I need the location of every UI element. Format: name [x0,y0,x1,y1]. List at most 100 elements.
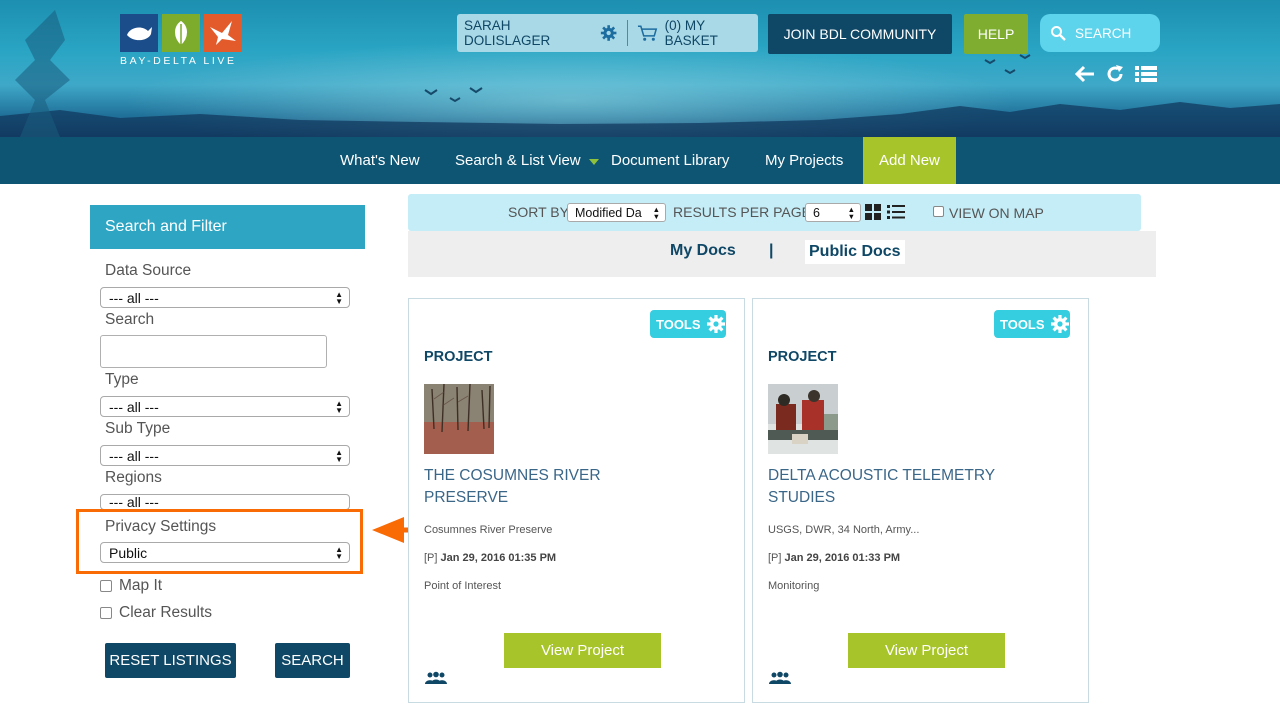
docs-tabs-bar: My Docs | Public Docs [408,231,1156,277]
card-date: Jan 29, 2016 01:33 PM [784,552,901,564]
card-date-line: [P] Jan 29, 2016 01:33 PM [768,552,900,564]
type-select[interactable]: --- all --- ▲ ▼ [100,396,350,417]
refresh-icon[interactable] [1105,64,1125,84]
telemetry-boat-thumbnail[interactable] [768,384,838,454]
card-category: PROJECT [424,349,493,365]
data-source-select[interactable]: --- all --- ▲ ▼ [100,287,350,308]
privacy-highlight-box [76,509,363,574]
header-tool-icons [1074,64,1158,84]
banner-birds-right [984,54,1031,75]
results-toolbar: SORT BY Modified Da ▲ ▼ RESULTS PER PAGE … [408,194,1141,231]
reset-listings-button[interactable]: RESET LISTINGS [105,643,236,678]
view-on-map-checkbox[interactable] [933,206,944,217]
project-card: TOOLS PROJECT DELTA ACOUSTIC TELEMETRY S… [752,298,1089,703]
cart-icon [637,25,657,41]
card-title-link[interactable]: THE COSUMNES RIVER PRESERVE [424,465,664,509]
user-menu[interactable]: SARAH DOLISLAGER [464,18,618,48]
search-button[interactable]: SEARCH [275,643,350,678]
sort-by-value: Modified Da [575,205,642,220]
userbox-divider [626,20,628,46]
nav-my-projects[interactable]: My Projects [765,137,843,184]
banner-tree-left [15,10,70,137]
leaf-logo-icon [162,14,200,52]
tools-button[interactable]: TOOLS [650,310,726,338]
main-nav: What's New Search & List View Document L… [0,137,1280,184]
map-it-checkbox[interactable]: Map It [100,577,162,595]
subtype-value: --- all --- [109,447,159,464]
card-date-line: [P] Jan 29, 2016 01:35 PM [424,552,556,564]
basket-label: (0) MY BASKET [664,18,718,48]
subtype-label: Sub Type [105,420,171,437]
tabs-separator: | [769,242,774,259]
nav-search-list-label: Search & List View [455,152,581,169]
basket-link[interactable]: (0) MY BASKET [637,18,759,48]
card-category: PROJECT [768,349,837,365]
clear-results-label: Clear Results [119,604,213,621]
clear-results-checkbox[interactable]: Clear Results [100,604,212,622]
banner-birds [424,87,483,103]
tools-label: TOOLS [1000,316,1045,332]
site-logo[interactable]: BAY-DELTA LIVE [120,14,242,67]
river-forest-thumbnail[interactable] [424,384,494,454]
sort-by-select[interactable]: Modified Da ▲ ▼ [567,203,666,222]
select-arrows-icon: ▲ ▼ [335,399,343,415]
gear-icon [1050,315,1069,333]
list-view-icon[interactable] [887,204,905,223]
chevron-down-icon [588,158,599,165]
regions-label: Regions [105,469,162,486]
data-source-value: --- all --- [109,289,159,306]
map-it-label: Map It [119,577,163,594]
list-icon[interactable] [1134,64,1158,84]
results-per-page-value: 6 [813,205,820,220]
grid-view-icon[interactable] [865,204,881,223]
select-arrows-icon: ▲ ▼ [847,205,855,221]
tools-button[interactable]: TOOLS [994,310,1070,338]
view-project-button[interactable]: View Project [848,633,1005,668]
tab-my-docs[interactable]: My Docs [670,242,736,260]
regions-value: --- all --- [109,494,159,510]
checkbox-box [100,607,112,619]
card-date: Jan 29, 2016 01:35 PM [440,552,557,564]
select-arrows-icon: ▲ ▼ [335,290,343,306]
subtype-select[interactable]: --- all --- ▲ ▼ [100,445,350,466]
gear-icon [706,315,725,333]
regions-select[interactable]: --- all --- [100,494,350,510]
nav-add-new[interactable]: Add New [863,137,956,184]
checkbox-box [100,580,112,592]
card-subtitle: Cosumnes River Preserve [424,524,553,536]
back-arrow-icon[interactable] [1074,64,1096,84]
banner-treeline [0,102,1280,137]
people-icon [424,671,448,685]
select-arrows-icon: ▲ ▼ [335,448,343,464]
nav-search-list-view[interactable]: Search & List View [455,137,599,184]
project-card: TOOLS PROJECT THE COSUMNES RIVER PRESERV… [408,298,745,703]
help-button[interactable]: HELP [964,14,1028,54]
search-label: Search [105,311,155,328]
sort-by-label: SORT BY [508,204,569,220]
join-community-button[interactable]: JOIN BDL COMMUNITY [768,14,952,54]
people-icon [768,671,792,685]
tab-public-docs[interactable]: Public Docs [805,240,905,264]
view-project-button[interactable]: View Project [504,633,661,668]
data-source-label: Data Source [105,262,192,279]
header-search-input[interactable]: SEARCH [1040,14,1160,52]
search-placeholder: SEARCH [1075,25,1132,41]
user-basket-box: SARAH DOLISLAGER (0) MY BASKET [457,14,758,52]
nav-whats-new[interactable]: What's New [340,137,420,184]
tools-label: TOOLS [656,316,701,332]
search-icon [1050,25,1066,41]
card-tag: Monitoring [768,580,820,592]
select-arrows-icon: ▲ ▼ [652,205,660,221]
results-per-page-select[interactable]: 6 ▲ ▼ [805,203,861,222]
type-value: --- all --- [109,398,159,415]
card-title-link[interactable]: DELTA ACOUSTIC TELEMETRY STUDIES [768,465,1008,509]
view-on-map-label: VIEW ON MAP [949,205,1044,221]
type-label: Type [105,371,139,388]
card-tag: Point of Interest [424,580,502,592]
whale-logo-icon [120,14,158,52]
search-text-input[interactable] [100,335,327,368]
nav-document-library[interactable]: Document Library [611,137,729,184]
logo-wordmark: BAY-DELTA LIVE [120,55,237,67]
card-subtitle: USGS, DWR, 34 North, Army... [768,524,920,536]
bird-logo-icon [204,14,242,52]
